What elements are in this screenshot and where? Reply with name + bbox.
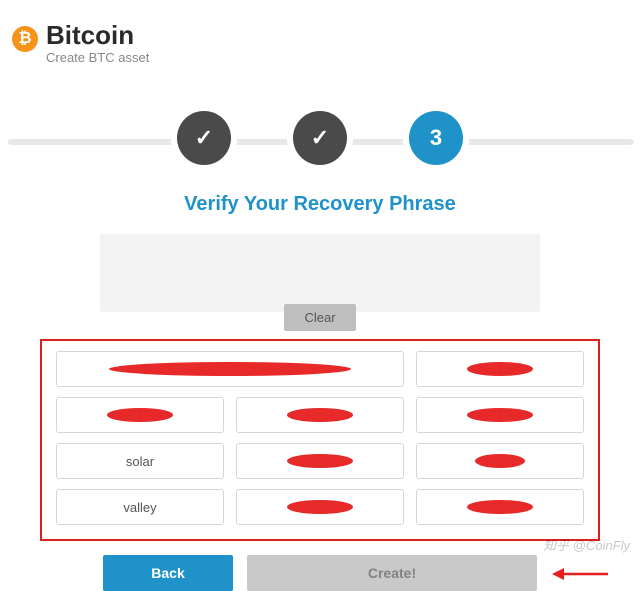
watermark: 知乎 @CoinFly xyxy=(543,535,630,554)
redaction-mark xyxy=(287,454,353,468)
word-selection-annotation-box: solar valley xyxy=(40,339,600,541)
word-option-8[interactable] xyxy=(416,443,584,479)
selected-phrase-display xyxy=(100,234,540,312)
redaction-mark xyxy=(467,362,533,376)
create-button[interactable]: Create! xyxy=(247,555,537,591)
redaction-mark xyxy=(287,408,353,422)
word-option-9[interactable]: valley xyxy=(56,489,224,525)
word-option-10[interactable] xyxy=(236,489,404,525)
progress-step-3: 3 xyxy=(409,111,463,165)
word-option-7[interactable] xyxy=(236,443,404,479)
redaction-mark xyxy=(467,500,533,514)
word-option-2[interactable] xyxy=(416,351,584,387)
section-heading: Verify Your Recovery Phrase xyxy=(0,193,640,216)
redaction-mark xyxy=(467,408,533,422)
word-option-6[interactable]: solar xyxy=(56,443,224,479)
back-button[interactable]: Back xyxy=(103,555,233,591)
word-option-11[interactable] xyxy=(416,489,584,525)
redaction-mark xyxy=(475,454,525,468)
clear-button[interactable]: Clear xyxy=(284,304,355,331)
redaction-mark xyxy=(109,362,351,376)
word-option-4[interactable] xyxy=(236,397,404,433)
word-option-5[interactable] xyxy=(416,397,584,433)
progress-step-1: ✓ xyxy=(177,111,231,165)
progress-step-2: ✓ xyxy=(293,111,347,165)
page-title: Bitcoin xyxy=(46,22,149,48)
page-subtitle: Create BTC asset xyxy=(46,50,149,65)
redaction-mark xyxy=(107,408,173,422)
redaction-mark xyxy=(287,500,353,514)
word-option-3[interactable] xyxy=(56,397,224,433)
annotation-arrow-icon xyxy=(550,565,610,583)
word-option-1[interactable] xyxy=(56,351,404,387)
bitcoin-logo-icon: ₿ xyxy=(12,26,38,52)
